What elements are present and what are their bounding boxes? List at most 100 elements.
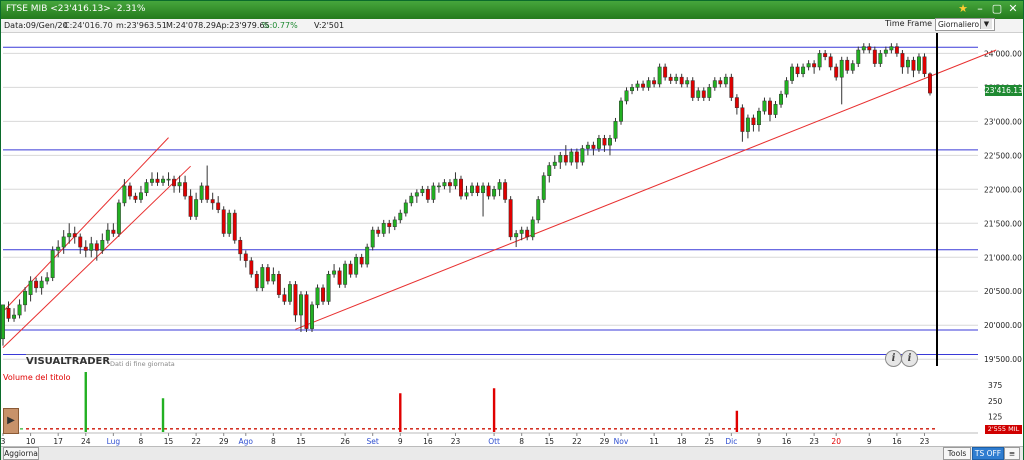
ts-off-button[interactable]: TS OFF	[972, 447, 1004, 460]
volume-tick-label: 375	[988, 381, 1003, 390]
candle-body	[78, 236, 83, 248]
volume-tick-label: 125	[988, 412, 1003, 421]
candle-body	[547, 165, 552, 176]
candle-body	[779, 93, 783, 105]
candle-body	[756, 110, 761, 125]
candle-body	[696, 90, 701, 98]
x-tick-label: 22	[191, 437, 201, 446]
candle-body	[216, 202, 221, 210]
candle-body	[883, 49, 888, 54]
candle-body	[470, 185, 474, 193]
candle-body	[856, 49, 861, 64]
candle-body	[663, 66, 668, 78]
candle-body	[580, 148, 585, 163]
volume-bar	[84, 372, 87, 432]
candle-body	[900, 53, 905, 68]
info-icon[interactable]: i	[885, 350, 902, 367]
x-tick-label: 16	[423, 437, 433, 446]
info-icon-2[interactable]: i	[901, 350, 918, 367]
candle-body	[690, 80, 695, 98]
candle-body	[784, 80, 789, 95]
candle-body	[790, 66, 795, 81]
candle-body	[801, 66, 806, 75]
candle-body	[199, 185, 204, 200]
candle-body	[519, 229, 524, 234]
expand-panel-icon[interactable]: ▶	[3, 408, 19, 434]
candle-body	[332, 270, 337, 275]
candle-body	[100, 240, 105, 251]
candle-body	[183, 182, 188, 197]
candle-body	[602, 138, 607, 146]
candle-body	[679, 76, 684, 85]
candle-body	[387, 223, 392, 227]
candle-body	[817, 53, 822, 68]
candle-body	[249, 260, 254, 275]
candle-body	[155, 178, 160, 183]
x-tick-label: 24	[81, 437, 91, 446]
candle-body	[127, 185, 132, 197]
candle-body	[67, 233, 72, 238]
volume-panel-label: Volume del titolo	[3, 373, 71, 382]
y-tick-label: 22'500.00	[984, 151, 1022, 160]
candle-body	[596, 138, 601, 149]
candle-body	[928, 73, 932, 94]
y-tick-label: 21'500.00	[984, 219, 1022, 228]
candle-body	[122, 185, 127, 204]
candle-body	[613, 121, 618, 139]
candle-body	[569, 151, 574, 163]
candle-body	[403, 202, 408, 214]
candle-body	[795, 66, 800, 75]
candle-body	[773, 104, 778, 115]
candle-body	[436, 185, 441, 188]
candle-body	[238, 240, 243, 255]
update-button[interactable]: Aggiorna	[3, 447, 39, 460]
candle-body	[348, 263, 353, 275]
candle-body	[161, 178, 165, 183]
candle-body	[475, 185, 480, 193]
candle-body	[867, 46, 872, 51]
candle-body	[370, 229, 375, 248]
y-tick-label: 21'000.00	[984, 253, 1022, 262]
x-tick-label: 17	[53, 437, 63, 446]
candle-body	[420, 189, 425, 193]
candle-body	[321, 287, 325, 302]
x-tick-label: 15	[544, 437, 554, 446]
candle-body	[657, 66, 662, 85]
candle-body	[685, 80, 690, 85]
x-tick-label: 9	[757, 437, 762, 446]
candle-body	[525, 229, 530, 238]
candle-body	[646, 80, 651, 88]
candle-body	[381, 223, 386, 234]
candle-body	[712, 80, 717, 88]
candle-body	[635, 83, 640, 88]
x-tick-label: 16	[782, 437, 792, 446]
x-tick-label: Ago	[239, 437, 254, 446]
candle-body	[28, 280, 33, 295]
candle-body	[326, 274, 331, 302]
candle-body	[922, 56, 927, 75]
volume-badge: 2'555 MIL	[985, 425, 1022, 434]
candle-body	[260, 267, 265, 289]
tools-button[interactable]: Tools	[943, 447, 971, 460]
candle-body	[310, 304, 314, 329]
candle-body	[1, 304, 5, 340]
candle-body	[740, 107, 745, 132]
candle-body	[585, 144, 590, 149]
price-chart[interactable]: 24'000.0023'500.0023'000.0022'500.0022'0…	[0, 0, 1024, 460]
x-tick-label: 8	[519, 437, 524, 446]
candle-body	[872, 49, 877, 64]
candle-body	[834, 66, 839, 78]
candle-body	[459, 178, 463, 197]
x-tick-label: 16	[892, 437, 902, 446]
x-tick-label: 10	[26, 437, 36, 446]
x-tick-label: 8	[139, 437, 144, 446]
menu-icon[interactable]: ≡	[1004, 447, 1020, 460]
x-tick-label: 15	[164, 437, 174, 446]
logo: VISUALTRADER	[26, 354, 111, 367]
candle-body	[850, 63, 855, 71]
x-tick-label: 15	[296, 437, 306, 446]
candle-body	[619, 100, 623, 122]
candle-body	[894, 46, 899, 54]
candle-body	[83, 246, 88, 251]
candle-body	[138, 192, 143, 200]
